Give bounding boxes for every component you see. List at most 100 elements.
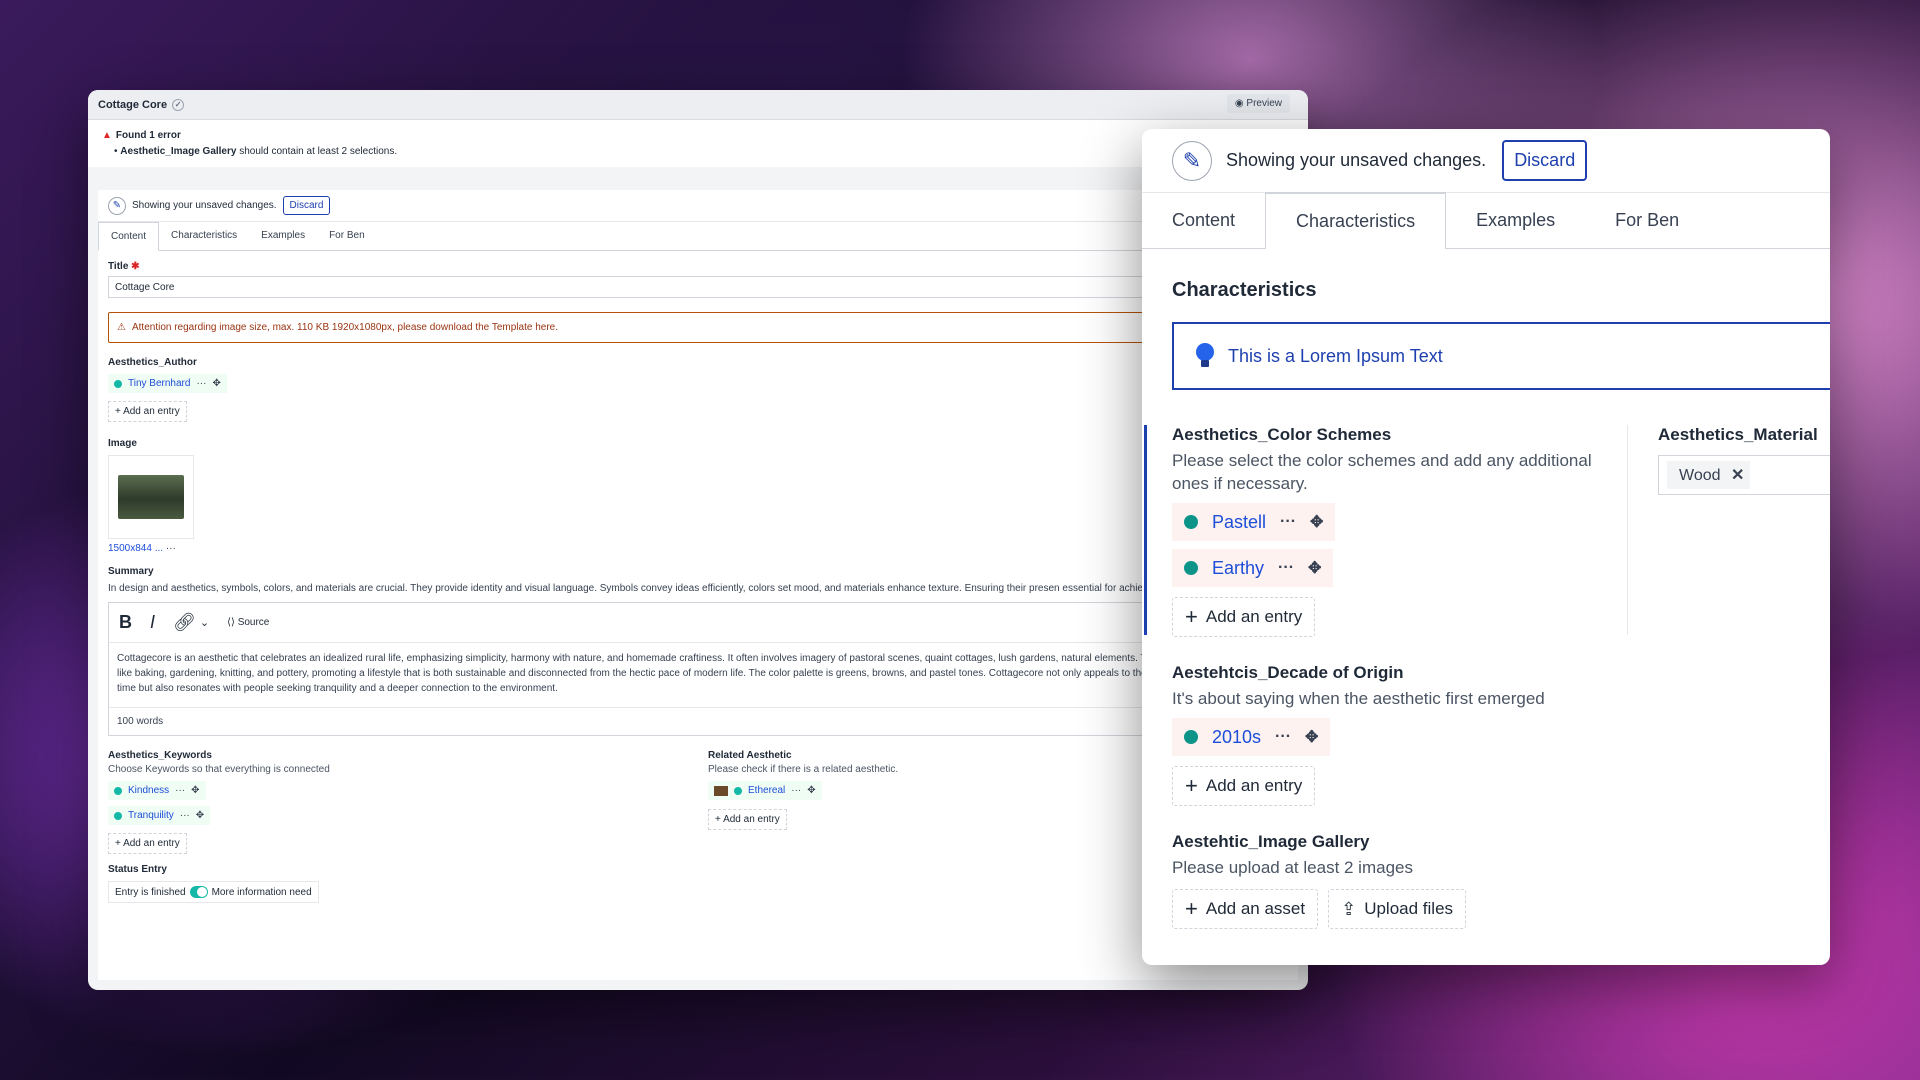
add-asset-button[interactable]: + Add an asset xyxy=(1172,889,1319,929)
color-scheme-label[interactable]: Earthy xyxy=(1212,558,1264,579)
upload-files-button[interactable]: ⇪ Upload files xyxy=(1328,889,1467,929)
tab-examples[interactable]: Examples xyxy=(1446,193,1585,248)
image-size-warning: ⚠ Attention regarding image size, max. 11… xyxy=(108,312,1288,343)
characteristics-fields: Aesthetics_Color Schemes Please select t… xyxy=(1172,425,1612,929)
more-icon[interactable]: ··· xyxy=(175,785,185,796)
author-name[interactable]: Tiny Bernhard xyxy=(128,378,190,389)
word-count: 100 words xyxy=(109,707,1287,735)
tab-examples[interactable]: Examples xyxy=(249,222,317,250)
discard-button[interactable]: Discard xyxy=(282,196,331,215)
unsaved-text: Showing your unsaved changes. xyxy=(132,200,277,211)
source-button[interactable]: ⟨⟩ Source xyxy=(227,617,269,628)
status-right-label: More information need xyxy=(211,886,312,898)
image-thumbnail[interactable] xyxy=(108,455,194,539)
check-icon: ✓ xyxy=(172,98,185,111)
discard-button[interactable]: Discard xyxy=(1502,140,1588,181)
plus-icon: + xyxy=(1185,604,1198,629)
keyword-label[interactable]: Kindness xyxy=(128,785,169,796)
decade-entry[interactable]: 2010s ··· ✥ xyxy=(1172,718,1331,756)
title-label: Title ✱ xyxy=(108,261,1288,272)
decade-value[interactable]: 2010s xyxy=(1212,727,1261,748)
tab-characteristics[interactable]: Characteristics xyxy=(159,222,249,250)
related-name[interactable]: Ethereal xyxy=(748,785,785,796)
rich-text-editor: B I 🔗︎ ⌄ ⟨⟩ Source Cottagecore is an aes… xyxy=(108,602,1288,736)
related-thumbnail xyxy=(714,785,728,796)
tab-characteristics[interactable]: Characteristics xyxy=(1265,192,1447,249)
color-scheme-entry[interactable]: Earthy ··· ✥ xyxy=(1172,549,1334,587)
italic-icon[interactable]: I xyxy=(150,612,155,633)
color-scheme-entry[interactable]: Pastell ··· ✥ xyxy=(1172,503,1336,541)
gallery-label: Aestehtic_Image Gallery xyxy=(1172,832,1370,851)
upload-icon: ⇪ xyxy=(1341,898,1357,919)
tab-bar: Content Characteristics Examples For Ben xyxy=(1142,192,1830,249)
tab-for-ben[interactable]: For Ben xyxy=(317,222,377,250)
image-meta[interactable]: 1500x844 ... ··· xyxy=(108,543,1288,554)
material-input[interactable]: Wood ✕ xyxy=(1658,455,1830,495)
keywords-section: Aesthetics_Keywords Choose Keywords so t… xyxy=(108,736,708,854)
unsaved-bar: ✎ Showing your unsaved changes. Discard xyxy=(98,190,1298,222)
image-more-icon[interactable]: ··· xyxy=(166,543,176,554)
drag-icon[interactable]: ✥ xyxy=(1305,727,1318,747)
color-scheme-label[interactable]: Pastell xyxy=(1212,512,1266,533)
title-input[interactable]: Cottage Core xyxy=(108,276,1288,298)
bold-icon[interactable]: B xyxy=(119,612,132,633)
status-left-label: Entry is finished xyxy=(115,886,186,898)
info-box: This is a Lorem Ipsum Text xyxy=(1172,322,1830,390)
tab-content[interactable]: Content xyxy=(98,222,160,251)
tab-for-ben[interactable]: For Ben xyxy=(1585,193,1709,248)
decade-add-entry-button[interactable]: + Add an entry xyxy=(1172,766,1316,806)
keyword-entry[interactable]: Kindness ··· ✥ xyxy=(108,781,206,800)
drag-icon[interactable]: ✥ xyxy=(191,785,199,796)
warning-text: Attention regarding image size, max. 110… xyxy=(131,322,558,333)
keywords-description: Choose Keywords so that everything is co… xyxy=(108,764,330,775)
material-tag[interactable]: Wood ✕ xyxy=(1667,461,1751,489)
status-dot-icon xyxy=(1184,515,1198,529)
chevron-down-icon[interactable]: ⌄ xyxy=(200,616,209,629)
more-icon[interactable]: ··· xyxy=(196,378,206,389)
status-dot-icon xyxy=(114,786,122,795)
keywords-label: Aesthetics_Keywords xyxy=(108,750,212,761)
status-dot-icon xyxy=(1184,730,1198,744)
error-summary: ▲ Found 1 error • Aesthetic_Image Gallery… xyxy=(88,120,1308,175)
related-entry[interactable]: Ethereal ··· ✥ xyxy=(708,781,822,800)
status-dot-icon xyxy=(114,811,122,820)
column-divider xyxy=(1627,425,1628,635)
material-label: Aesthetics_Material xyxy=(1658,425,1818,444)
error-field[interactable]: Aesthetic_Image Gallery xyxy=(120,146,236,157)
drag-icon[interactable]: ✥ xyxy=(212,378,220,389)
author-entry[interactable]: Tiny Bernhard ··· ✥ xyxy=(108,374,227,393)
toggle-switch[interactable] xyxy=(189,886,208,898)
drag-icon[interactable]: ✥ xyxy=(196,810,204,821)
keyword-label[interactable]: Tranquility xyxy=(128,810,174,821)
author-add-entry-button[interactable]: + Add an entry xyxy=(108,401,187,422)
more-icon[interactable]: ··· xyxy=(1280,513,1296,531)
remove-tag-icon[interactable]: ✕ xyxy=(1731,467,1744,484)
plus-icon: + xyxy=(1185,896,1198,921)
drag-icon[interactable]: ✥ xyxy=(1308,558,1321,578)
drag-icon[interactable]: ✥ xyxy=(1310,512,1323,532)
drag-icon[interactable]: ✥ xyxy=(807,785,815,796)
tab-content[interactable]: Content xyxy=(1142,193,1265,248)
unsaved-text: Showing your unsaved changes. xyxy=(1226,150,1487,170)
more-icon[interactable]: ··· xyxy=(1275,728,1291,746)
add-entry-label: Add an entry xyxy=(1205,607,1303,626)
related-section: Related Aesthetic Please check if there … xyxy=(708,736,898,854)
focus-indicator xyxy=(1144,425,1147,635)
error-heading: Found 1 error xyxy=(115,130,181,141)
editor-text-area[interactable]: Cottagecore is an aesthetic that celebra… xyxy=(109,643,1287,707)
more-icon[interactable]: ··· xyxy=(791,785,801,796)
keywords-add-entry-button[interactable]: + Add an entry xyxy=(108,833,187,854)
gallery-description: Please upload at least 2 images xyxy=(1172,858,1413,877)
keyword-entry[interactable]: Tranquility ··· ✥ xyxy=(108,806,211,825)
status-toggle[interactable]: Entry is finished More information need xyxy=(108,881,319,903)
link-icon[interactable]: 🔗︎ xyxy=(173,612,196,633)
image-label: Image xyxy=(108,438,137,449)
keywords-related-row: Aesthetics_Keywords Choose Keywords so t… xyxy=(108,736,1288,854)
more-icon[interactable]: ··· xyxy=(1278,559,1294,577)
related-add-label: Add an entry xyxy=(723,813,780,825)
color-schemes-add-entry-button[interactable]: + Add an entry xyxy=(1172,597,1316,637)
related-add-entry-button[interactable]: + Add an entry xyxy=(708,808,787,830)
color-schemes-description: Please select the color schemes and add … xyxy=(1172,451,1592,493)
more-icon[interactable]: ··· xyxy=(180,810,190,821)
preview-button[interactable]: ◉ Preview xyxy=(1226,94,1290,113)
